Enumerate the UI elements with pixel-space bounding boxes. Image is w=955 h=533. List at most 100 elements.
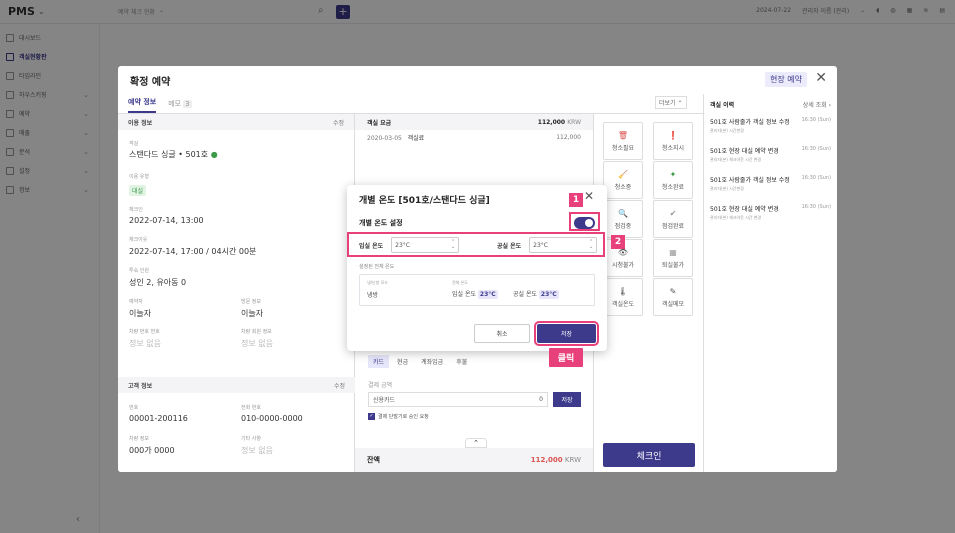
rate-row: 2020-03-05 객실료 112,000 xyxy=(355,130,593,144)
action-icon: 🌡 xyxy=(617,286,629,296)
cancel-button[interactable]: 취소 xyxy=(474,324,530,343)
all-in-value: 23°C xyxy=(477,290,498,299)
all-in-label: 입실 온도 xyxy=(452,291,476,298)
setting-label: 개별 온도 설정 xyxy=(359,219,403,227)
balance-currency: KRW xyxy=(564,456,581,464)
room-rate-total: 112,000 KRW xyxy=(538,119,581,126)
all-out-value: 23°C xyxy=(538,290,559,299)
section-title: 고객 정보 xyxy=(128,382,153,390)
payment-method-tabs: 카드 현금 계좌입금 후불 xyxy=(368,355,472,368)
terminal-checkbox[interactable]: ✓ 결제 단말기로 승인 요청 xyxy=(368,413,429,420)
action-label: 점검완료 xyxy=(661,222,685,230)
highlight-toggle xyxy=(569,212,600,231)
checkbox-checked-icon[interactable]: ✓ xyxy=(368,413,375,420)
phone-label: 전화 번호 xyxy=(241,405,261,411)
apply-payment-button[interactable]: 저장 xyxy=(553,392,581,407)
action-button-0[interactable]: 🗑 청소필요 xyxy=(603,122,643,160)
history-line: 501호 사람줄가 객실 정보 수정 16:30 (Sun) xyxy=(710,117,831,126)
history-column: 객실 이력 상세 조회 › 501호 사람줄가 객실 정보 수정 16:30 (S… xyxy=(703,94,837,472)
guest-info-column: 이용 정보 수정 객실 스탠다드 싱글 • 501호 ● 이용 유형 대실 체크… xyxy=(118,114,355,472)
history-detail-link[interactable]: 상세 조회 › xyxy=(803,100,831,109)
applied-temp-box: 냉/난방 모드 냉방 전체 온도 입실 온도 23°C 공실 온도 23°C xyxy=(359,274,595,306)
action-icon: ✎ xyxy=(669,286,677,296)
edit-usage-button[interactable]: 수정 xyxy=(333,118,344,127)
pay-tab-transfer[interactable]: 계좌입금 xyxy=(416,355,448,368)
section-title: 이용 정보 xyxy=(128,119,153,127)
pay-tab-cash[interactable]: 현금 xyxy=(392,355,413,368)
car2-label: 차량 회원 정보 xyxy=(241,329,272,335)
action-button-2[interactable]: 🧹 청소중 xyxy=(603,161,643,199)
action-button-3[interactable]: ✦ 청소완료 xyxy=(653,161,693,199)
more-label: 더보기 xyxy=(659,100,676,107)
action-button-9[interactable]: ✎ 객실메모 xyxy=(653,278,693,316)
action-icon: ✔ xyxy=(669,208,677,218)
rate-date-value: 2020-03-05 xyxy=(367,134,402,142)
history-sub: 관리자(본) 시간변경 xyxy=(710,128,744,133)
history-item[interactable]: 501호 사람줄가 객실 정보 수정 16:30 (Sun) 관리자(본) 시간변경 xyxy=(704,114,837,143)
history-item[interactable]: 501호 현장 대실 예약 변경 16:30 (Sun) 관리자(본) 체크아웃 시… xyxy=(704,201,837,230)
tab-memo[interactable]: 메모 3 xyxy=(168,99,192,113)
type-label: 이용 유형 xyxy=(129,174,149,180)
history-item[interactable]: 501호 사람줄가 객실 정보 수정 16:30 (Sun) 관리자(본) 시간변경 xyxy=(704,172,837,201)
action-icon: 🗑 xyxy=(617,130,629,140)
all-out-temp: 공실 온도 23°C xyxy=(513,289,559,299)
amount-label: 결제 금액 xyxy=(368,382,392,389)
chevron-up-icon[interactable]: ⌃ xyxy=(465,438,487,448)
pay-tab-card[interactable]: 카드 xyxy=(368,355,390,368)
close-icon[interactable]: ✕ xyxy=(815,70,827,86)
booker-label: 예약자 xyxy=(129,299,143,305)
checkin-button[interactable]: 체크인 xyxy=(603,443,695,467)
action-button-5[interactable]: ✔ 점검완료 xyxy=(653,200,693,238)
amount-value: 0 xyxy=(539,396,543,403)
all-out-label: 공실 온도 xyxy=(513,291,537,298)
click-annotation: 클릭 xyxy=(549,348,583,367)
dialog-title: 개별 온도 [501호/스탠다드 싱글] xyxy=(359,196,490,206)
modal-header: 확정 예약 현장 예약 ✕ xyxy=(118,66,837,94)
close-icon[interactable]: ✕ xyxy=(584,189,594,203)
amount-input[interactable]: 신용카드 0 xyxy=(368,392,548,407)
room-value-text: 스탠다드 싱글 • 501호 xyxy=(129,150,209,159)
room-label: 객실 xyxy=(129,141,139,147)
room-rate-header: 객실 요금 112,000 KRW xyxy=(355,114,593,130)
action-button-7[interactable]: ▦ 퇴실불가 xyxy=(653,239,693,277)
history-time: 16:30 (Sun) xyxy=(801,146,831,152)
more-button[interactable]: 더보기 ⌃ xyxy=(655,96,687,109)
pay-tab-postpaid[interactable]: 후불 xyxy=(451,355,472,368)
all-in-temp: 입실 온도 23°C xyxy=(452,289,498,299)
checkin-value: 2022-07-14, 13:00 xyxy=(129,216,204,225)
action-icon: ▦ xyxy=(669,247,677,257)
edit-customer-button[interactable]: 수정 xyxy=(334,381,345,390)
people-value: 성인 2, 유아동 0 xyxy=(129,278,187,287)
action-button-8[interactable]: 🌡 객실온도 xyxy=(603,278,643,316)
live-reservation-button[interactable]: 현장 예약 xyxy=(765,72,807,87)
action-button-1[interactable]: ❗ 청소지시 xyxy=(653,122,693,160)
tab-reservation-info[interactable]: 예약 정보 xyxy=(128,97,157,113)
all-temp-label: 전체 온도 xyxy=(452,280,468,285)
action-label: 청소중 xyxy=(614,183,632,191)
action-button-4[interactable]: 🔍 점검중 xyxy=(603,200,643,238)
balance-bar: 잔액 112,000 KRW xyxy=(355,448,593,472)
visitor-value: 이늘자 xyxy=(241,309,264,318)
history-line: 501호 사람줄가 객실 정보 수정 16:30 (Sun) xyxy=(710,175,831,184)
currency-label: KRW xyxy=(567,118,581,126)
visitor-label: 방문 정보 xyxy=(241,299,261,305)
save-button[interactable]: 저장 xyxy=(534,321,599,346)
annotation-number-2: 2 xyxy=(611,235,625,249)
etc-label: 기타 사항 xyxy=(241,436,261,442)
customer-id-label: 번호 xyxy=(129,405,139,411)
action-label: 객실메모 xyxy=(661,300,685,308)
checkout-label: 체크아웃 xyxy=(129,237,148,243)
car-label: 차량 번호 번호 xyxy=(129,329,160,335)
history-time: 16:30 (Sun) xyxy=(801,204,831,210)
action-icon: 🧹 xyxy=(618,169,628,179)
history-sub: 관리자(본) 시간변경 xyxy=(710,186,744,191)
action-label: 시청불가 xyxy=(611,261,635,269)
customer-id-value: 00001-200116 xyxy=(129,414,188,423)
history-time: 16:30 (Sun) xyxy=(801,117,831,123)
vehicle-label: 차량 정보 xyxy=(129,436,149,442)
memo-count: 3 xyxy=(183,100,192,108)
action-icon: ✦ xyxy=(669,169,677,179)
balance-amount: 112,000 KRW xyxy=(531,456,581,464)
mode-label: 냉/난방 모드 xyxy=(367,280,389,285)
history-item[interactable]: 501호 현장 대실 예약 변경 16:30 (Sun) 관리자(본) 체크아웃 시… xyxy=(704,143,837,172)
